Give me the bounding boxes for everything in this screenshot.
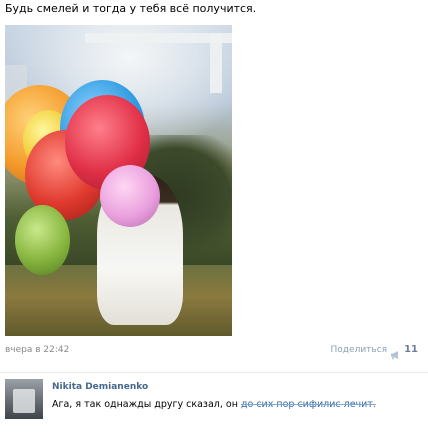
comment-text-end: до сих пор сифилис лечит. [240, 399, 376, 410]
comment-text-start: Ага, я так однажды другу сказал, он [52, 399, 241, 410]
avatar[interactable] [5, 379, 43, 419]
share-count: 11 [404, 344, 418, 355]
share-button[interactable]: Поделиться 11 [330, 344, 418, 360]
comment-text: Ага, я так однажды другу сказал, он до с… [52, 399, 376, 411]
megaphone-icon [390, 345, 401, 360]
comment-author[interactable]: Nikita Demianenko [52, 381, 148, 393]
balloon-green [15, 205, 70, 275]
comment: Nikita Demianenko Ага, я так однажды дру… [0, 372, 428, 422]
balloon-pink [100, 165, 160, 227]
post-text: Будь смелей и тогда у тебя всё получится… [5, 2, 257, 15]
photo-frame-side [210, 33, 222, 93]
post-date[interactable]: вчера в 22:42 [5, 344, 69, 356]
avatar-shape [13, 389, 35, 413]
share-label: Поделиться [330, 345, 388, 355]
post-photo[interactable] [5, 25, 232, 336]
